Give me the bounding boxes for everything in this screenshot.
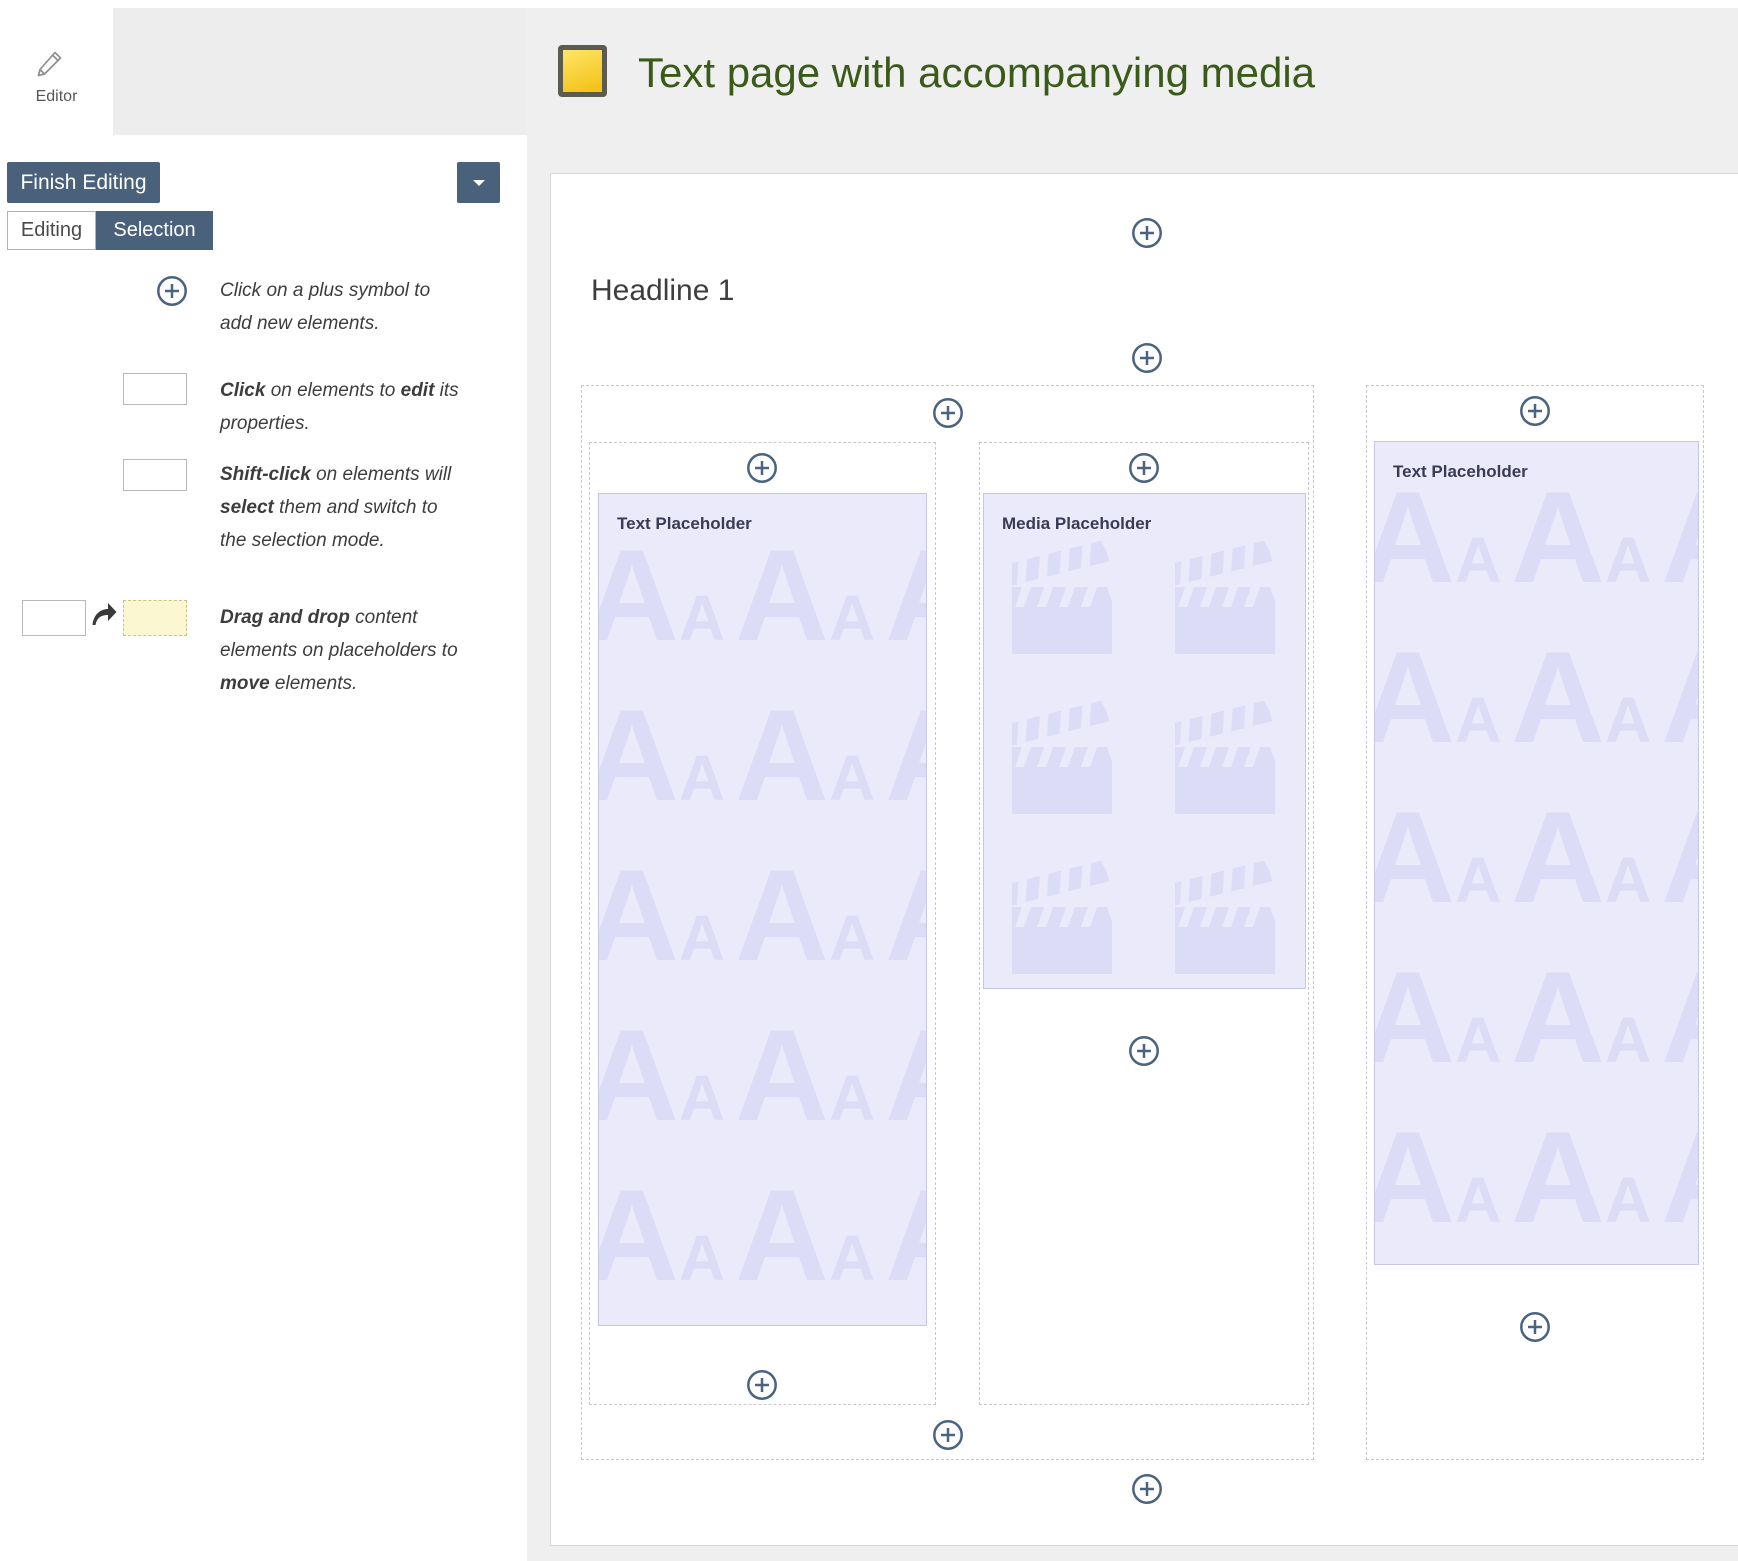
text-placeholder-left[interactable]: Text Placeholder A A (598, 493, 927, 1326)
frontend-editing-app: Editor Finish Editing Editing Selection … (0, 0, 1738, 1561)
add-element-button-col-right-top[interactable] (1519, 395, 1551, 427)
instruction-add-elements: Click on a plus symbol to add new elemen… (220, 274, 460, 340)
drag-source-box-icon (22, 600, 86, 636)
clapperboard-pattern (984, 494, 1305, 988)
pencil-icon (36, 48, 64, 80)
yellow-page-icon (558, 45, 607, 97)
plus-icon (932, 397, 964, 429)
caret-down-icon (472, 179, 486, 187)
tab-editor[interactable]: Editor (0, 8, 113, 135)
finish-editing-dropdown-button[interactable] (457, 162, 500, 203)
plus-icon (1131, 342, 1163, 374)
plus-icon (1519, 1311, 1551, 1343)
tab-editor-label: Editor (0, 88, 113, 106)
headline-element[interactable]: Headline 1 (591, 274, 734, 308)
media-placeholder-label: Media Placeholder (1002, 514, 1151, 534)
instruction-drag-drop: Drag and drop content elements on placeh… (220, 601, 460, 700)
plus-icon (932, 1419, 964, 1451)
add-element-button-col-left-bottom[interactable] (746, 1369, 778, 1401)
add-element-button-col-middle-bottom[interactable] (1128, 1035, 1160, 1067)
sidebar-tab-strip (113, 8, 527, 135)
add-element-button-grid-top[interactable] (932, 397, 964, 429)
plus-icon (156, 275, 188, 307)
finish-editing-button[interactable]: Finish Editing (7, 162, 160, 203)
drag-drop-arrow-icon (90, 601, 117, 627)
page-content-card: Headline 1 Text Placeholder A A (550, 173, 1738, 1546)
text-placeholder-label: Text Placeholder (617, 514, 752, 534)
plus-icon (156, 275, 188, 307)
plus-icon (1131, 217, 1163, 249)
media-placeholder[interactable]: Media Placeholder (983, 493, 1306, 989)
instruction-shift-click: Shift-click on elements will select them… (220, 458, 460, 557)
instruction-click-edit: Click on elements to edit its properties… (220, 374, 460, 440)
add-element-button-col-left-top[interactable] (746, 452, 778, 484)
drop-target-placeholder-icon (123, 600, 187, 636)
mode-toggle-editing[interactable]: Editing (7, 211, 96, 250)
element-box-icon (123, 459, 187, 491)
plus-icon (1128, 1035, 1160, 1067)
add-element-button-below-headline[interactable] (1131, 342, 1163, 374)
add-element-button-bottom[interactable] (1131, 1473, 1163, 1505)
plus-icon (1519, 395, 1551, 427)
add-element-button-grid-bottom[interactable] (932, 1419, 964, 1451)
text-placeholder-label: Text Placeholder (1393, 462, 1528, 482)
text-placeholder-right[interactable]: Text Placeholder A A (1374, 441, 1699, 1265)
page-title: Text page with accompanying media (638, 47, 1315, 99)
element-box-icon (123, 373, 187, 405)
mode-toggle-selection[interactable]: Selection (96, 211, 213, 250)
plus-icon (1131, 1473, 1163, 1505)
letter-a-pattern: A A (1375, 442, 1698, 1264)
add-element-button-top[interactable] (1131, 217, 1163, 249)
plus-icon (1128, 452, 1160, 484)
letter-a-pattern: A A (599, 494, 926, 1325)
plus-icon (746, 452, 778, 484)
plus-icon (746, 1369, 778, 1401)
add-element-button-col-middle-top[interactable] (1128, 452, 1160, 484)
add-element-button-col-right-bottom[interactable] (1519, 1311, 1551, 1343)
